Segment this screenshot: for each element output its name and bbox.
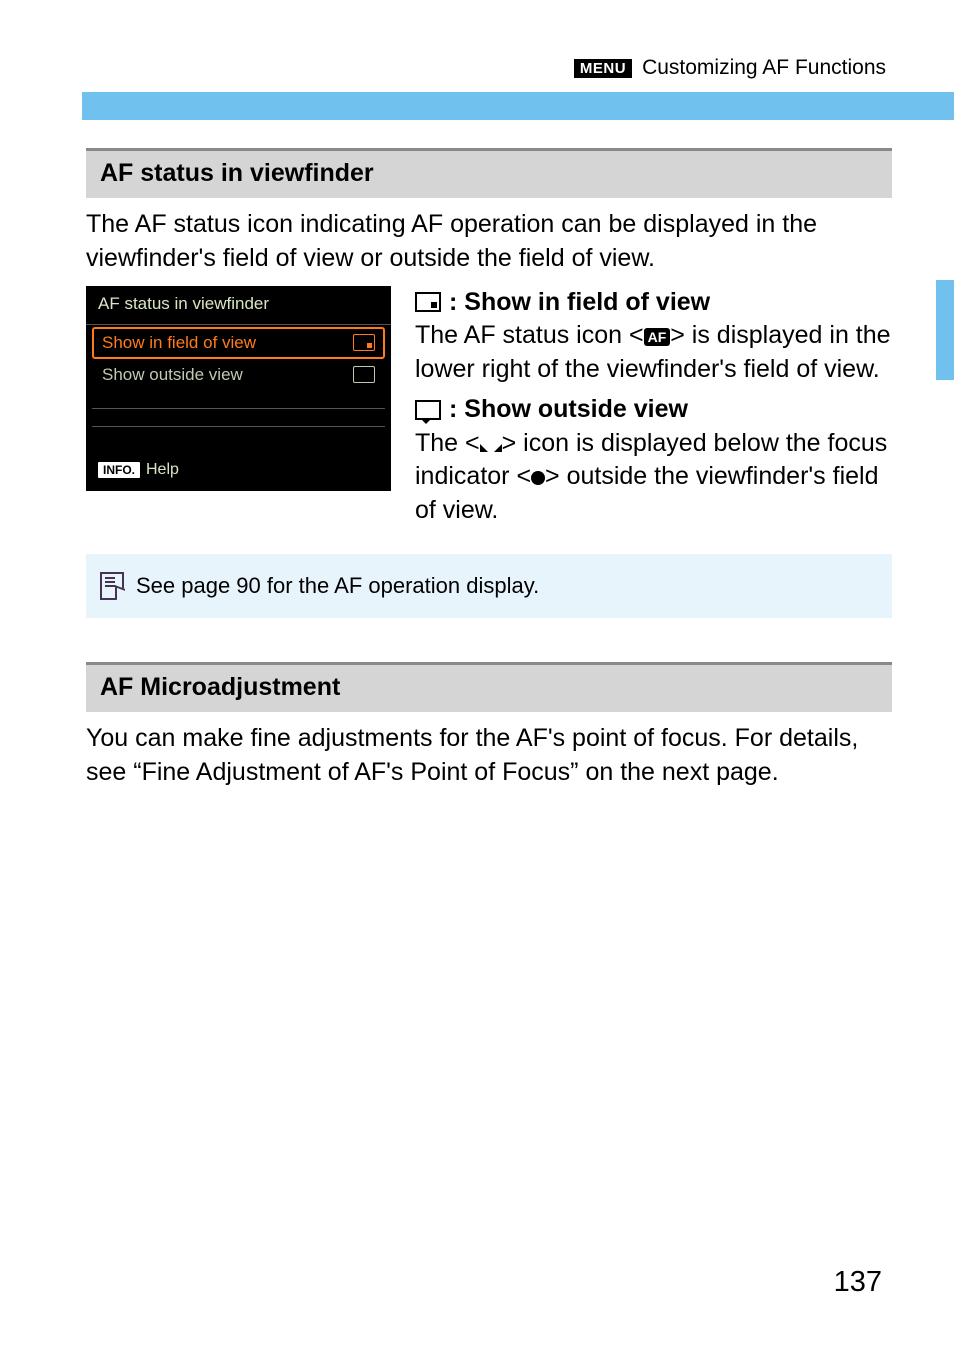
menu-spacer <box>92 391 385 409</box>
body-text: The < <box>415 429 480 457</box>
show-outside-icon <box>353 366 375 383</box>
help-label: Help <box>146 461 179 479</box>
note-icon <box>100 572 124 600</box>
camera-menu-help-row[interactable]: INFO. Help <box>86 451 391 491</box>
af-badge-icon: AF <box>644 328 671 346</box>
af-status-intro: The AF status icon indicating AF operati… <box>86 206 892 286</box>
body-text: The AF status icon < <box>415 321 644 349</box>
menu-item-label: Show in field of view <box>102 333 256 353</box>
camera-menu-screenshot: AF status in viewfinder Show in field of… <box>86 286 391 491</box>
breadcrumb-title: Customizing AF Functions <box>642 56 886 80</box>
page-number: 137 <box>834 1266 882 1299</box>
section-title-af-microadjustment: AF Microadjustment <box>86 662 892 712</box>
option-heading-show-outside: : Show outside view <box>415 393 892 427</box>
breadcrumb: MENU Customizing AF Functions <box>86 56 892 80</box>
menu-item-label: Show outside view <box>102 365 243 385</box>
page-container: MENU Customizing AF Functions AF status … <box>0 0 954 1345</box>
menu-item-show-in-field[interactable]: Show in field of view <box>92 327 385 359</box>
show-in-field-inline-icon <box>415 292 441 312</box>
menu-item-show-outside[interactable]: Show outside view <box>92 359 385 391</box>
info-button-icon: INFO. <box>98 462 140 478</box>
option-heading-show-in-field: : Show in field of view <box>415 286 892 320</box>
focus-dot-icon <box>531 471 545 485</box>
menu-spacer <box>92 409 385 427</box>
show-outside-inline-icon <box>415 400 441 420</box>
note-callout: See page 90 for the AF operation display… <box>86 554 892 618</box>
camera-menu-title: AF status in viewfinder <box>86 286 391 325</box>
note-text: See page 90 for the AF operation display… <box>136 573 539 599</box>
show-in-field-icon <box>353 334 375 351</box>
option-body-show-in-field: The AF status icon <AF> is displayed in … <box>415 319 892 387</box>
option-body-show-outside: The <> icon is displayed below the focus… <box>415 427 892 528</box>
header-divider <box>82 92 954 120</box>
option-heading-text: : Show in field of view <box>449 286 710 320</box>
af-micro-intro: You can make fine adjustments for the AF… <box>86 720 892 800</box>
menu-badge-icon: MENU <box>574 59 632 78</box>
option-heading-text: : Show outside view <box>449 393 688 427</box>
section-title-af-status: AF status in viewfinder <box>86 148 892 198</box>
corner-triangles-icon <box>480 436 502 452</box>
menu-spacer <box>92 427 385 445</box>
